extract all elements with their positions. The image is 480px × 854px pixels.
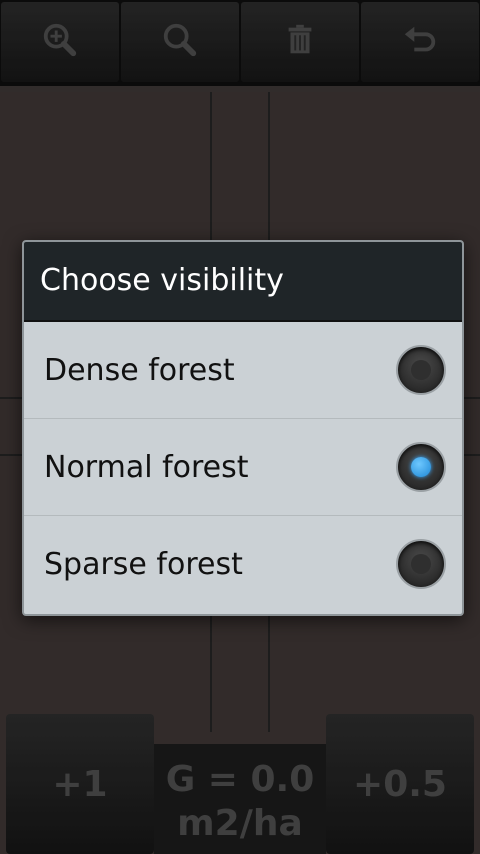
option-sparse-forest[interactable]: Sparse forest	[24, 516, 462, 612]
option-label: Normal forest	[44, 449, 249, 485]
radio-dot	[411, 554, 431, 574]
radio-dot	[411, 457, 431, 477]
radio-button-selected[interactable]	[396, 442, 446, 492]
radio-button[interactable]	[396, 345, 446, 395]
radio-button[interactable]	[396, 539, 446, 589]
option-label: Dense forest	[44, 352, 235, 388]
option-label: Sparse forest	[44, 546, 243, 582]
dialog-title: Choose visibility	[24, 242, 462, 322]
radio-dot	[411, 360, 431, 380]
option-normal-forest[interactable]: Normal forest	[24, 419, 462, 516]
option-dense-forest[interactable]: Dense forest	[24, 322, 462, 419]
visibility-dialog: Choose visibility Dense forest Normal fo…	[22, 240, 464, 616]
